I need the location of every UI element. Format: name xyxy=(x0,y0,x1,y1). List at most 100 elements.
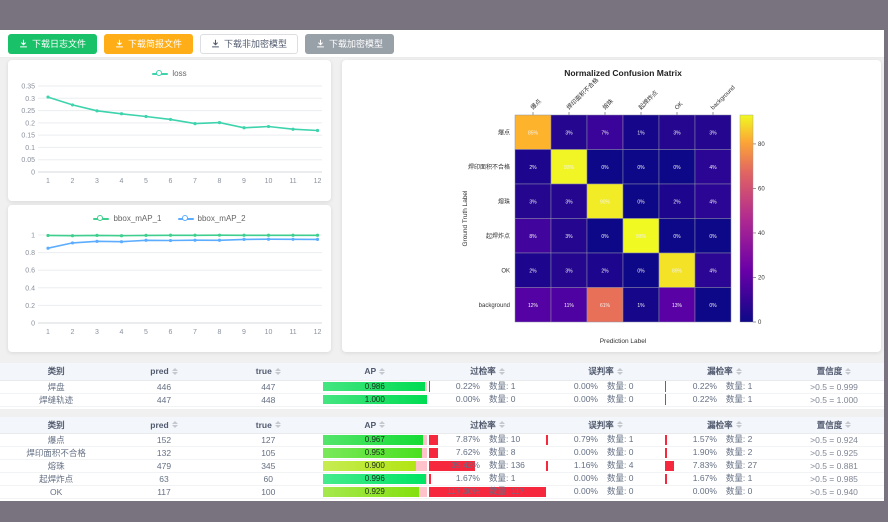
column-header: AP xyxy=(321,417,429,434)
column-header: true xyxy=(216,417,321,434)
matrix-col-label: OK xyxy=(674,101,684,111)
pred-cell: 132 xyxy=(112,447,215,460)
matrix-cell-value: 1% xyxy=(637,130,645,136)
sort-icon[interactable] xyxy=(845,421,851,428)
x-tick-label: 8 xyxy=(218,329,222,336)
y-tick-label: 0 xyxy=(31,321,35,328)
true-cell: 447 xyxy=(216,380,321,393)
matrix-cell-value: 3% xyxy=(673,130,681,136)
sort-icon[interactable] xyxy=(172,421,178,428)
legend-item-bbox_mAP_2[interactable]: bbox_mAP_2 xyxy=(178,214,246,223)
x-tick-label: 10 xyxy=(265,329,273,336)
overkill-rate-cell: 117.00% 数量: 117 xyxy=(429,486,547,499)
download-report-button[interactable]: 下载简报文件 xyxy=(104,34,193,54)
download-log-button[interactable]: 下载日志文件 xyxy=(8,34,97,54)
rate-percent: 0.00% xyxy=(446,394,480,406)
sort-icon[interactable] xyxy=(845,368,851,375)
rate-count: 数量: 1 xyxy=(489,381,529,393)
confidence-cell: >0.5 = 1.000 xyxy=(784,393,884,406)
sort-icon[interactable] xyxy=(736,421,742,428)
sort-icon[interactable] xyxy=(379,421,385,428)
sort-icon[interactable] xyxy=(172,368,178,375)
sort-icon[interactable] xyxy=(736,368,742,375)
sort-icon[interactable] xyxy=(275,421,281,428)
sort-icon[interactable] xyxy=(617,368,623,375)
sort-icon[interactable] xyxy=(379,368,385,375)
rate-count: 数量: 117 xyxy=(489,486,529,498)
x-tick-label: 8 xyxy=(218,178,222,185)
data-point xyxy=(242,234,245,237)
rate-count: 数量: 2 xyxy=(726,447,766,459)
x-tick-label: 11 xyxy=(289,329,296,336)
data-point xyxy=(242,238,245,241)
column-header: 过检率 xyxy=(429,417,547,434)
data-point xyxy=(193,239,196,242)
download-icon xyxy=(211,39,220,48)
matrix-row-label: background xyxy=(479,303,510,309)
data-point xyxy=(169,234,172,237)
legend-item-loss[interactable]: loss xyxy=(152,69,186,78)
rate-count: 数量: 0 xyxy=(607,394,647,406)
x-tick-label: 5 xyxy=(144,178,148,185)
column-header-label: 漏检率 xyxy=(707,365,733,377)
matrix-cell-value: 0% xyxy=(673,165,681,171)
legend-item-bbox_mAP_1[interactable]: bbox_mAP_1 xyxy=(93,214,161,223)
true-cell: 105 xyxy=(216,447,321,460)
rate-count: 数量: 1 xyxy=(607,434,647,446)
column-header: 过检率 xyxy=(429,363,547,380)
data-point xyxy=(242,126,245,129)
rate-percent: 117.00% xyxy=(446,486,480,498)
misjudge-rate-cell: 0.00%数量: 0 xyxy=(546,447,664,460)
column-header-label: 类别 xyxy=(48,419,65,431)
ap-value: 0.967 xyxy=(323,435,427,445)
rate-count: 数量: 4 xyxy=(607,460,647,472)
misjudge-rate-cell: 0.00%数量: 0 xyxy=(546,473,664,486)
button-label: 下载简报文件 xyxy=(128,37,182,50)
matrix-cell-value: 89% xyxy=(672,268,683,274)
matrix-cell-value: 0% xyxy=(637,165,645,171)
rate-percent: 39.42% xyxy=(446,460,480,472)
data-point xyxy=(144,115,147,118)
data-point xyxy=(120,112,123,115)
button-label: 下载加密模型 xyxy=(329,37,383,50)
column-header: 置信度 xyxy=(784,363,884,380)
download-encrypted-model-button[interactable]: 下载加密模型 xyxy=(305,34,394,54)
miss-rate-cell: 1.67%数量: 1 xyxy=(665,473,784,486)
rate-percent: 1.57% xyxy=(683,434,717,446)
column-header-label: 过检率 xyxy=(470,365,496,377)
matrix-cell-value: 3% xyxy=(709,130,717,136)
download-unencrypted-model-button[interactable]: 下载非加密模型 xyxy=(200,34,298,54)
true-cell: 448 xyxy=(216,393,321,406)
matrix-cell-value: 0% xyxy=(709,303,717,309)
matrix-col-label: 爆点 xyxy=(529,97,543,111)
y-tick-label: 0.4 xyxy=(25,285,35,292)
x-tick-label: 4 xyxy=(120,329,124,336)
class-name-cell: 焊盘 xyxy=(0,380,112,393)
data-point xyxy=(46,95,49,98)
rate-percent: 0.00% xyxy=(564,381,598,393)
matrix-cell-value: 0% xyxy=(637,268,645,274)
ap-cell: 0.986 xyxy=(321,380,429,393)
column-header: 误判率 xyxy=(546,417,664,434)
column-header-label: true xyxy=(256,420,272,430)
rate-count: 数量: 2 xyxy=(726,434,766,446)
matrix-ylabel: Ground Truth Label xyxy=(462,190,469,247)
data-point xyxy=(95,109,98,112)
table-row: OK1171000.929117.00%数量: 1170.00%数量: 00.0… xyxy=(0,486,884,499)
rate-count: 数量: 0 xyxy=(607,486,647,498)
column-header: 类别 xyxy=(0,417,112,434)
sort-icon[interactable] xyxy=(499,421,505,428)
sort-icon[interactable] xyxy=(499,368,505,375)
sort-icon[interactable] xyxy=(617,421,623,428)
true-cell: 100 xyxy=(216,486,321,499)
class-name-cell: OK xyxy=(0,486,112,499)
column-header-label: 类别 xyxy=(48,365,65,377)
x-tick-label: 7 xyxy=(193,178,197,185)
sort-icon[interactable] xyxy=(275,368,281,375)
matrix-cell-value: 13% xyxy=(672,303,683,309)
data-point xyxy=(120,240,123,243)
pred-cell: 479 xyxy=(112,460,215,473)
class-name-cell: 爆点 xyxy=(0,434,112,447)
series-line-bbox_mAP_2 xyxy=(48,239,318,248)
matrix-cell-value: 2% xyxy=(673,199,681,205)
